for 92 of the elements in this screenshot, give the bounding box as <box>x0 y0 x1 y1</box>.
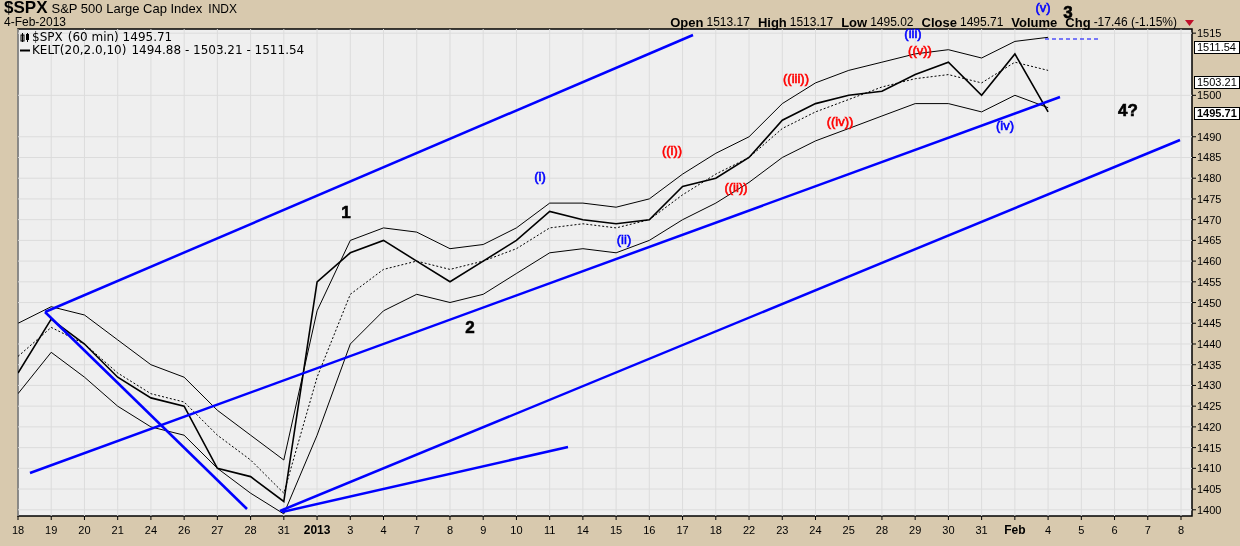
y-axis-label: 1415 <box>1197 441 1222 454</box>
x-axis-label: 3 <box>347 524 354 536</box>
x-axis-label: 17 <box>676 524 689 536</box>
x-axis-label: 7 <box>413 524 420 536</box>
x-axis-label: 8 <box>1177 524 1185 536</box>
x-axis-label: 23 <box>776 524 789 536</box>
x-axis-label: 28 <box>244 524 257 536</box>
exchange: INDX <box>208 2 237 16</box>
series-name: $SPX <box>32 31 63 44</box>
wave-label: (v) <box>1035 0 1051 15</box>
wave-label: (iii) <box>904 26 922 41</box>
x-axis-label: 7 <box>1144 524 1151 536</box>
y-axis-label: 1450 <box>1197 296 1222 309</box>
wave-label: 1 <box>341 203 351 222</box>
y-axis-label: 1400 <box>1197 503 1222 516</box>
y-axis-label: 1475 <box>1197 192 1222 205</box>
symbol: $SPX <box>4 0 48 16</box>
quote-value: 1495.02 <box>870 16 914 29</box>
x-axis-label: 31 <box>277 524 290 536</box>
y-axis-label: 1435 <box>1197 358 1222 371</box>
x-axis-label: 24 <box>809 524 822 536</box>
x-axis-label: 14 <box>576 524 589 536</box>
price-tag: 1495.71 <box>1194 106 1240 120</box>
y-axis-label: 1460 <box>1197 255 1222 268</box>
x-axis-label: 8 <box>446 524 454 536</box>
price-tag: 1503.21 <box>1194 75 1240 89</box>
y-axis-label: 1500 <box>1197 89 1222 102</box>
x-axis-label: 15 <box>610 524 623 536</box>
x-axis-label: 22 <box>742 524 756 536</box>
y-axis-label: 1480 <box>1197 172 1222 185</box>
quote-value: 1513.17 <box>789 16 834 29</box>
x-axis-label: 28 <box>875 524 889 536</box>
x-axis-label: 30 <box>942 524 955 536</box>
x-axis-label: 29 <box>909 524 922 536</box>
price-reading: (60 min) 1495.71 <box>67 31 173 44</box>
x-axis-label: 2013 <box>303 523 331 537</box>
quote-value: 1513.17 <box>706 16 750 29</box>
x-axis-label: 5 <box>1078 524 1085 536</box>
wave-label: (i) <box>534 169 546 184</box>
wave-label: ((iii)) <box>783 71 809 86</box>
x-axis-label: Feb <box>1004 523 1026 537</box>
quote-label: High <box>757 16 787 29</box>
y-axis-label: 1405 <box>1197 483 1222 496</box>
x-axis-label: 24 <box>144 524 158 536</box>
y-axis-label: 1410 <box>1197 462 1222 475</box>
candlestick-icon <box>20 33 30 42</box>
x-axis-label: 16 <box>643 524 656 536</box>
wave-label: ((iv)) <box>826 114 854 129</box>
wave-label: (ii) <box>616 232 632 247</box>
y-axis-label: 1470 <box>1197 213 1222 226</box>
y-axis-label: 1485 <box>1197 151 1222 164</box>
x-axis-label: 18 <box>11 524 25 536</box>
y-axis-label: 1465 <box>1197 234 1222 247</box>
quote-label: Close <box>921 16 957 29</box>
y-axis-label: 1430 <box>1197 379 1222 392</box>
x-axis-label: 31 <box>975 524 988 536</box>
x-axis-label: 19 <box>45 524 58 536</box>
index-name: S&P 500 Large Cap Index <box>51 2 203 16</box>
x-axis-label: 21 <box>111 524 124 536</box>
wave-label: 2 <box>465 318 475 337</box>
wave-label: ((i)) <box>661 143 683 158</box>
y-axis-label: 1455 <box>1197 275 1222 288</box>
quote-label: Low <box>841 16 868 29</box>
y-axis-label: 1515 <box>1197 27 1222 40</box>
quote-label: Volume <box>1011 16 1058 29</box>
price-tag: 1511.54 <box>1194 41 1240 54</box>
wave-label: (iv) <box>996 118 1014 133</box>
x-axis-label: 4 <box>1045 524 1052 536</box>
quote-value: 1495.71 <box>959 16 1004 29</box>
x-axis-label: 25 <box>842 524 855 536</box>
x-axis-label: 6 <box>1111 524 1118 536</box>
y-axis-label: 1445 <box>1197 317 1222 330</box>
dropdown-triangle-icon[interactable] <box>1185 20 1194 26</box>
x-axis-label: 18 <box>709 524 722 536</box>
chart-date: 4-Feb-2013 <box>4 16 67 29</box>
x-axis-label: 27 <box>211 524 224 536</box>
wave-label: 4? <box>1118 101 1138 120</box>
x-axis-label: 26 <box>178 524 191 536</box>
x-axis-label: 10 <box>510 524 523 536</box>
dashed-level-line <box>1044 38 1101 40</box>
quote-value: -17.46 (-1.15%) <box>1093 16 1177 29</box>
y-axis-label: 1440 <box>1197 338 1222 350</box>
y-axis-label: 1490 <box>1197 130 1222 143</box>
x-axis-label: 20 <box>78 524 91 536</box>
y-axis-label: 1425 <box>1197 400 1222 413</box>
y-axis-label: 1420 <box>1197 420 1222 433</box>
quote-label: Open <box>670 16 704 29</box>
series-name: KELT(20,2.0,10) <box>32 44 127 57</box>
x-axis-label: 11 <box>543 524 556 536</box>
x-axis-label: 9 <box>480 524 487 536</box>
x-axis-label: 4 <box>380 524 387 536</box>
indicator-reading: 1494.88 - 1503.21 - 1511.54 <box>131 44 305 57</box>
